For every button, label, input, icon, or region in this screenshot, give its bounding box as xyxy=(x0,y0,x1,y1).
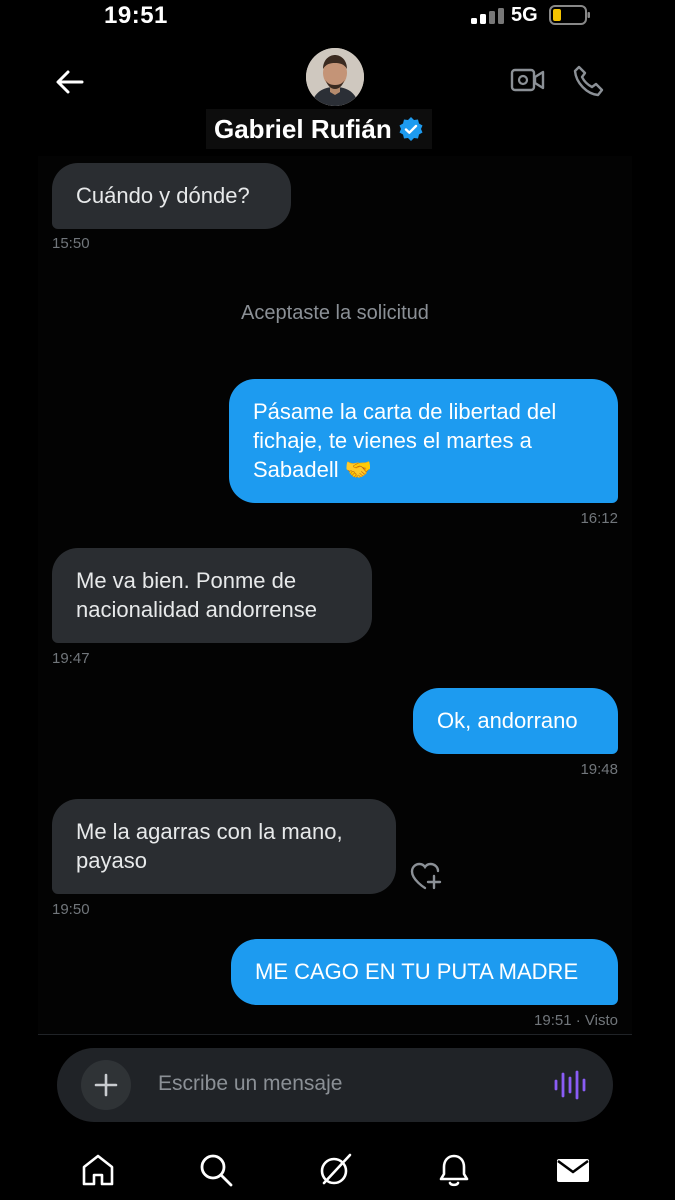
avatar[interactable] xyxy=(306,48,364,106)
home-icon[interactable] xyxy=(80,1152,116,1188)
message-bubble-outgoing[interactable]: ME CAGO EN TU PUTA MADRE xyxy=(231,939,618,1005)
bottom-tab-bar xyxy=(0,1134,675,1200)
verified-badge-icon xyxy=(399,117,423,141)
message-timestamp: 19:50 xyxy=(52,901,90,918)
status-bar: 19:51 5G xyxy=(0,0,675,34)
message-thread: Cuándo y dónde? 15:50 Aceptaste la solic… xyxy=(38,156,632,1034)
network-type: 5G xyxy=(511,4,538,26)
search-icon[interactable] xyxy=(198,1152,234,1188)
message-timestamp: 16:12 xyxy=(580,510,618,527)
message-bubble-incoming[interactable]: Me la agarras con la mano, payaso xyxy=(52,799,396,894)
message-bubble-outgoing[interactable]: Ok, andorrano xyxy=(413,688,618,754)
messages-icon[interactable] xyxy=(555,1152,591,1188)
conversation-header: Gabriel Rufián xyxy=(0,34,675,158)
add-attachment-button[interactable] xyxy=(81,1060,131,1110)
contact-name[interactable]: Gabriel Rufián xyxy=(206,109,432,149)
battery-icon xyxy=(549,5,590,25)
heart-plus-icon[interactable] xyxy=(409,860,443,892)
notifications-icon[interactable] xyxy=(436,1152,472,1188)
message-timestamp: 19:48 xyxy=(580,761,618,778)
message-timestamp-seen: 19:51 · Visto xyxy=(534,1012,618,1029)
video-call-icon[interactable] xyxy=(510,64,546,96)
message-bubble-incoming[interactable]: Me va bien. Ponme de nacionalidad andorr… xyxy=(52,548,372,643)
grok-icon[interactable] xyxy=(317,1152,353,1188)
message-bubble-outgoing[interactable]: Pásame la carta de libertad del fichaje,… xyxy=(229,379,618,503)
message-bubble-incoming[interactable]: Cuándo y dónde? xyxy=(52,163,291,229)
message-input[interactable]: Escribe un mensaje xyxy=(158,1072,342,1096)
composer-area: Escribe un mensaje xyxy=(38,1034,632,1135)
voice-icon[interactable] xyxy=(552,1070,588,1100)
status-time: 19:51 xyxy=(104,2,168,29)
request-accepted-notice: Aceptaste la solicitud xyxy=(241,302,429,324)
cellular-signal-icon xyxy=(471,8,504,24)
message-timestamp: 19:47 xyxy=(52,650,90,667)
message-composer[interactable]: Escribe un mensaje xyxy=(57,1048,613,1122)
phone-call-icon[interactable] xyxy=(571,64,607,98)
plus-icon xyxy=(94,1073,118,1097)
message-timestamp: 15:50 xyxy=(52,235,90,252)
back-arrow-icon[interactable] xyxy=(54,66,86,98)
contact-title: Gabriel Rufián xyxy=(214,113,392,144)
